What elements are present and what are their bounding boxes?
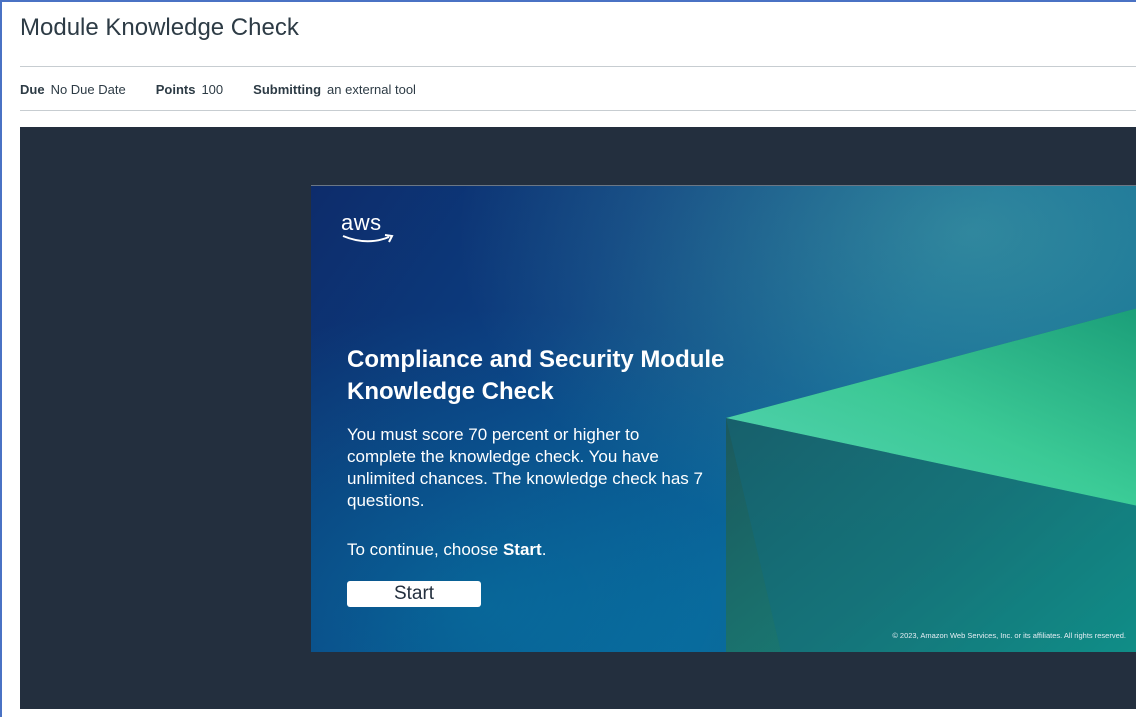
external-tool-frame: aws Compliance and Security Module Knowl… (20, 127, 1136, 709)
due-value: No Due Date (50, 82, 126, 97)
due-detail: Due No Due Date (20, 82, 126, 97)
card-title: Compliance and Security Module Knowledge… (347, 346, 725, 405)
divider (20, 66, 1136, 67)
points-label: Points (155, 82, 196, 97)
start-button[interactable]: Start (347, 581, 481, 607)
aws-logo: aws (341, 210, 394, 243)
knowledge-check-card: aws Compliance and Security Module Knowl… (311, 185, 1136, 652)
continue-bold: Start (502, 540, 542, 559)
page-frame: Module Knowledge Check Due No Due Date Po… (0, 0, 1136, 717)
submitting-label: Submitting (253, 82, 322, 97)
due-label: Due (20, 82, 45, 97)
continue-prefix: To continue, choose (347, 540, 503, 559)
card-description: You must score 70 percent or higher to c… (347, 425, 703, 510)
assignment-details: Due No Due Date Points 100 Submitting an ex… (20, 82, 446, 97)
submitting-detail: Submitting an external tool (253, 82, 416, 97)
page-title: Module Knowledge Check (20, 14, 299, 41)
points-detail: Points 100 (156, 82, 223, 97)
points-value: 100 (201, 82, 224, 97)
divider (20, 110, 1136, 111)
continue-suffix: . (541, 540, 547, 559)
submitting-value: an external tool (327, 82, 416, 97)
aws-logo-text: aws (341, 210, 382, 235)
aws-smile-icon (342, 234, 394, 243)
copyright-text: © 2023, Amazon Web Services, Inc. or its… (892, 631, 1126, 640)
continue-instruction: To continue, choose Start. (347, 540, 546, 560)
